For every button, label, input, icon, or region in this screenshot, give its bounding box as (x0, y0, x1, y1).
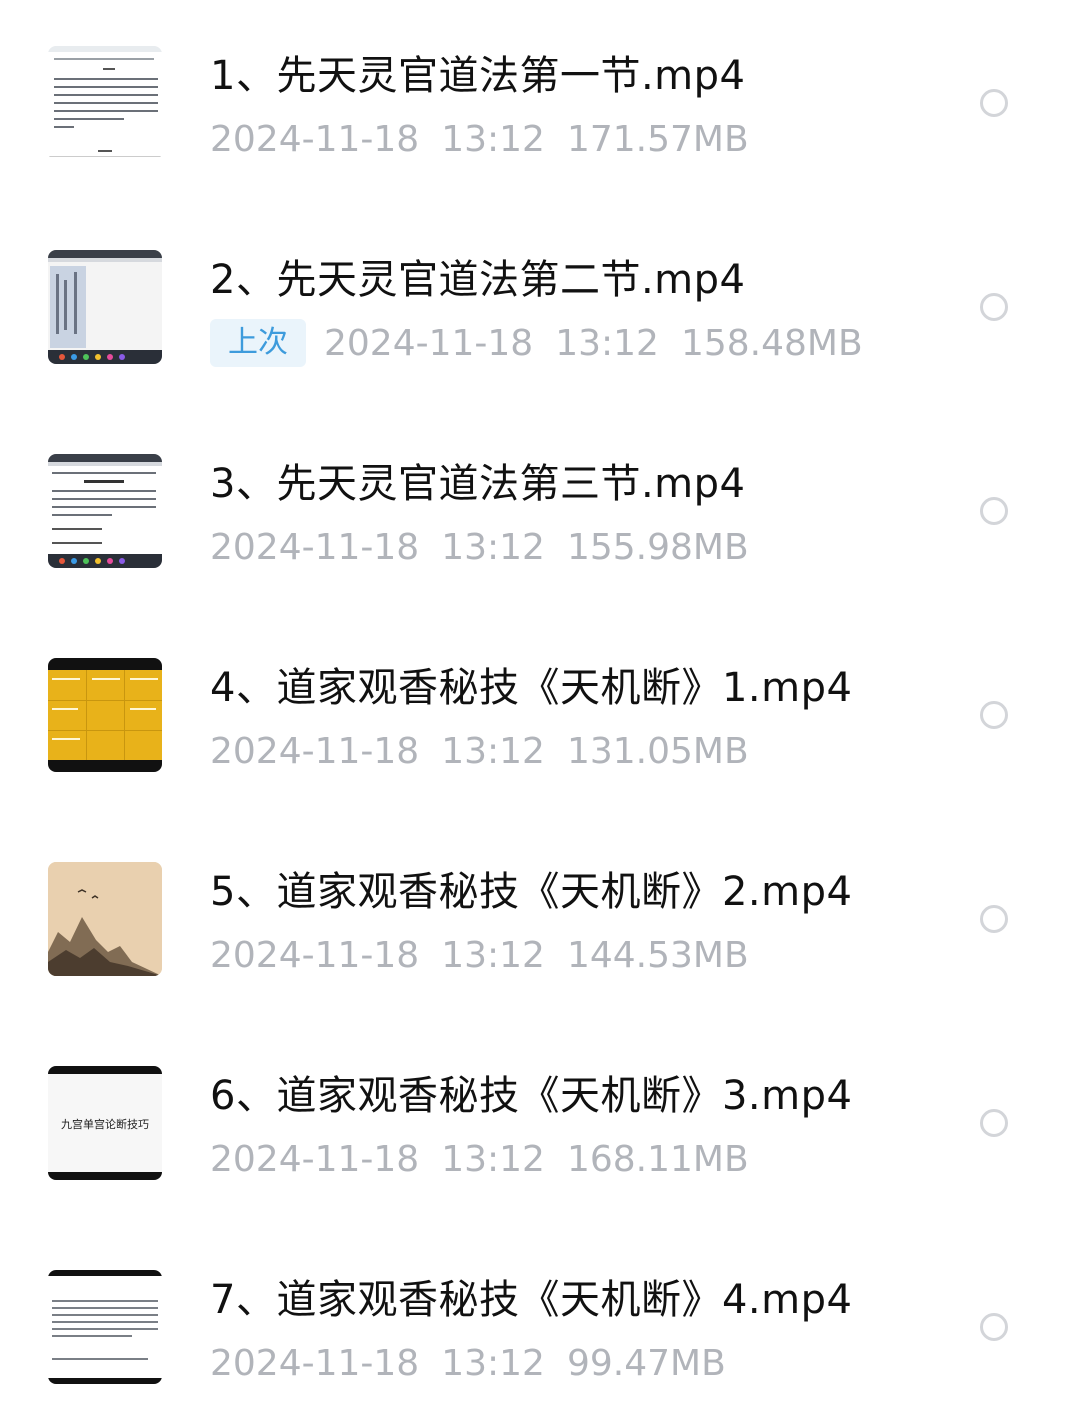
last-played-badge: 上次 (210, 319, 306, 367)
select-checkbox[interactable] (980, 89, 1008, 117)
file-list: 1、先天灵官道法第一节.mp4 2024-11-18 13:12 171.57M… (0, 0, 1080, 1416)
file-row[interactable]: 5、道家观香秘技《天机断》2.mp4 2024-11-18 13:12 144.… (0, 816, 1080, 1020)
file-time: 13:12 (441, 934, 545, 976)
file-time: 13:12 (555, 322, 659, 364)
select-checkbox[interactable] (980, 1313, 1008, 1341)
file-name: 6、道家观香秘技《天机断》3.mp4 (210, 1073, 853, 1119)
video-thumbnail: 九宫单宫论断技巧 (48, 1066, 162, 1180)
file-date: 2024-11-18 (210, 1342, 420, 1384)
file-row[interactable]: 3、先天灵官道法第三节.mp4 2024-11-18 13:12 155.98M… (0, 408, 1080, 612)
file-meta: 2024-11-18 13:12 168.11MB (210, 1136, 771, 1182)
file-row[interactable]: 7、道家观香秘技《天机断》4.mp4 2024-11-18 13:12 99.4… (0, 1224, 1080, 1428)
file-size: 131.05MB (566, 730, 749, 772)
video-thumbnail (48, 658, 162, 772)
file-meta: 上次 2024-11-18 13:12 158.48MB (210, 319, 885, 367)
file-date: 2024-11-18 (210, 118, 420, 160)
select-checkbox[interactable] (980, 293, 1008, 321)
file-time: 13:12 (441, 1342, 545, 1384)
select-checkbox[interactable] (980, 497, 1008, 525)
select-checkbox[interactable] (980, 1109, 1008, 1137)
file-size: 158.48MB (680, 322, 863, 364)
file-row[interactable]: 九宫单宫论断技巧 6、道家观香秘技《天机断》3.mp4 2024-11-18 1… (0, 1020, 1080, 1224)
file-meta: 2024-11-18 13:12 99.47MB (210, 1340, 748, 1386)
video-thumbnail (48, 1270, 162, 1384)
file-size: 144.53MB (566, 934, 749, 976)
file-row[interactable]: 4、道家观香秘技《天机断》1.mp4 2024-11-18 13:12 131.… (0, 612, 1080, 816)
file-name: 2、先天灵官道法第二节.mp4 (210, 257, 746, 303)
file-row[interactable]: 2、先天灵官道法第二节.mp4 上次 2024-11-18 13:12 158.… (0, 204, 1080, 408)
file-size: 171.57MB (566, 118, 749, 160)
file-date: 2024-11-18 (210, 934, 420, 976)
file-name: 5、道家观香秘技《天机断》2.mp4 (210, 869, 853, 915)
video-thumbnail (48, 250, 162, 364)
file-time: 13:12 (441, 118, 545, 160)
thumbnail-caption: 九宫单宫论断技巧 (61, 1117, 149, 1131)
file-meta: 2024-11-18 13:12 171.57MB (210, 116, 771, 162)
file-date: 2024-11-18 (210, 730, 420, 772)
file-meta: 2024-11-18 13:12 155.98MB (210, 524, 771, 570)
file-meta: 2024-11-18 13:12 144.53MB (210, 932, 771, 978)
file-size: 99.47MB (566, 1342, 726, 1384)
file-name: 7、道家观香秘技《天机断》4.mp4 (210, 1277, 853, 1323)
video-thumbnail (48, 46, 162, 160)
file-name: 1、先天灵官道法第一节.mp4 (210, 53, 746, 99)
file-meta: 2024-11-18 13:12 131.05MB (210, 728, 771, 774)
file-size: 155.98MB (566, 526, 749, 568)
select-checkbox[interactable] (980, 905, 1008, 933)
file-row[interactable]: 1、先天灵官道法第一节.mp4 2024-11-18 13:12 171.57M… (0, 0, 1080, 204)
select-checkbox[interactable] (980, 701, 1008, 729)
file-time: 13:12 (441, 526, 545, 568)
file-name: 4、道家观香秘技《天机断》1.mp4 (210, 665, 853, 711)
file-time: 13:12 (441, 1138, 545, 1180)
file-time: 13:12 (441, 730, 545, 772)
file-date: 2024-11-18 (210, 526, 420, 568)
file-date: 2024-11-18 (324, 322, 534, 364)
file-name: 3、先天灵官道法第三节.mp4 (210, 461, 746, 507)
video-thumbnail (48, 862, 162, 976)
video-thumbnail (48, 454, 162, 568)
file-date: 2024-11-18 (210, 1138, 420, 1180)
file-size: 168.11MB (566, 1138, 749, 1180)
